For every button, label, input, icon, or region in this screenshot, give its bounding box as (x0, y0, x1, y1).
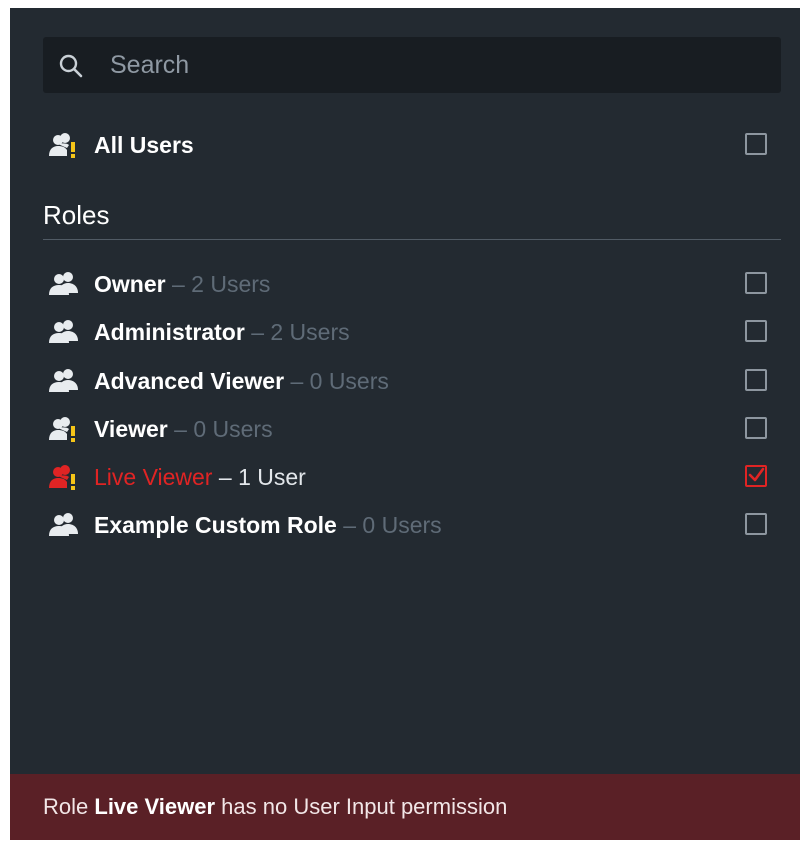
all-users-row[interactable]: All Users (10, 126, 800, 162)
role-user-count: 1 User (238, 464, 306, 490)
checkmark-icon (748, 467, 765, 482)
role-checkbox-example-custom-role[interactable] (745, 513, 767, 535)
role-name: Administrator (94, 319, 245, 345)
all-users-label: All Users (94, 132, 194, 158)
search-icon (59, 54, 83, 78)
users-icon (48, 512, 80, 538)
role-picker-panel: All Users Roles Owner – 2 Users Administ… (10, 8, 800, 840)
role-checkbox-viewer[interactable] (745, 417, 767, 439)
warning-suffix: has no User Input permission (221, 794, 508, 819)
users-warning-icon (48, 464, 75, 490)
warning-prefix: Role (43, 794, 89, 819)
search-box[interactable] (43, 37, 781, 93)
roles-section-title: Roles (43, 200, 110, 230)
role-user-count: 2 Users (270, 319, 350, 345)
role-name: Live Viewer (94, 464, 213, 490)
role-name: Owner (94, 271, 166, 297)
role-name: Viewer (94, 416, 168, 442)
role-row-live-viewer[interactable]: Live Viewer – 1 User (10, 458, 800, 494)
role-row-owner[interactable]: Owner – 2 Users (10, 265, 800, 301)
role-name: Advanced Viewer (94, 368, 285, 394)
role-separator: – (251, 319, 264, 345)
role-row-administrator[interactable]: Administrator – 2 Users (10, 313, 800, 349)
search-input[interactable] (110, 37, 750, 93)
users-warning-icon (48, 132, 75, 158)
role-row-viewer[interactable]: Viewer – 0 Users (10, 410, 800, 446)
role-user-count: 0 Users (193, 416, 273, 442)
role-row-example-custom-role[interactable]: Example Custom Role – 0 Users (10, 506, 800, 542)
warning-role-name: Live Viewer (94, 794, 216, 819)
users-icon (48, 271, 80, 297)
role-user-count: 0 Users (309, 368, 389, 394)
users-icon (48, 368, 80, 394)
permission-warning-banner: Role Live Viewer has no User Input permi… (10, 774, 800, 840)
users-icon (48, 319, 80, 345)
all-users-checkbox[interactable] (745, 133, 767, 155)
role-checkbox-live-viewer[interactable] (745, 465, 767, 487)
role-name: Example Custom Role (94, 512, 337, 538)
section-divider (43, 239, 781, 240)
role-separator: – (343, 512, 357, 538)
role-row-advanced-viewer[interactable]: Advanced Viewer – 0 Users (10, 362, 800, 398)
role-checkbox-owner[interactable] (745, 272, 767, 294)
role-checkbox-administrator[interactable] (745, 320, 767, 342)
role-checkbox-advanced-viewer[interactable] (745, 369, 767, 391)
role-separator: – (174, 416, 187, 442)
role-user-count: 2 Users (191, 271, 271, 297)
role-separator: – (290, 368, 304, 394)
users-warning-icon (48, 416, 75, 442)
warning-message: Role Live Viewer has no User Input permi… (43, 794, 507, 820)
role-separator: – (171, 271, 185, 297)
role-user-count: 0 Users (362, 512, 442, 538)
role-separator: – (218, 464, 232, 490)
